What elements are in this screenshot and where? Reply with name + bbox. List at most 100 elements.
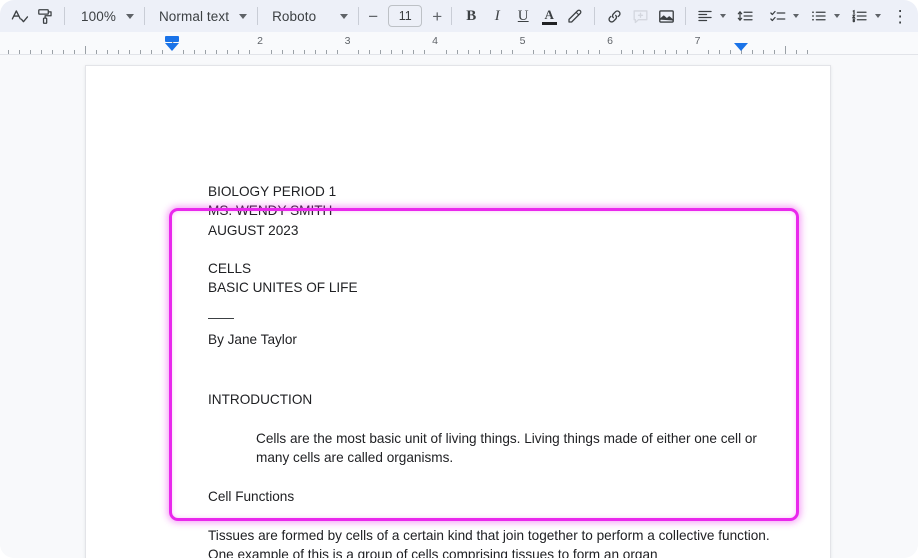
zoom-selector[interactable]: 100% xyxy=(71,3,138,29)
bold-icon: B xyxy=(466,7,477,24)
checklist-chevron-down-icon[interactable] xyxy=(793,14,800,18)
more-options-button[interactable]: ⋮ xyxy=(887,3,913,29)
ruler-tick xyxy=(479,50,480,54)
font-family-value: Roboto xyxy=(272,8,317,24)
toolbar-divider xyxy=(358,7,360,25)
ruler-tick xyxy=(304,50,305,54)
align-chevron-down-icon[interactable] xyxy=(720,14,727,18)
ruler-tick xyxy=(457,50,458,54)
spellcheck-icon[interactable] xyxy=(6,3,32,29)
ruler-tick xyxy=(665,50,666,54)
ruler-tick xyxy=(533,50,534,54)
horizontal-ruler[interactable]: 1234567 xyxy=(0,32,918,55)
ruler-tick xyxy=(107,50,108,54)
insert-image-button[interactable] xyxy=(653,3,679,29)
numbered-list-icon xyxy=(852,9,867,23)
font-family-selector[interactable]: Roboto xyxy=(264,3,352,29)
document-editor-window: 100% Normal text Roboto − 11 + B I U A ⋮… xyxy=(0,0,918,558)
ruler-tick xyxy=(512,50,513,54)
ruler-tick xyxy=(774,50,775,54)
ruler-tick xyxy=(424,50,425,54)
ruler-tick xyxy=(413,50,414,54)
document-page[interactable]: BIOLOGY PERIOD 1 MS. WENDY SMITH AUGUST … xyxy=(85,65,831,558)
zoom-value: 100% xyxy=(81,8,116,24)
cell-functions-heading: Cell Functions xyxy=(208,488,295,504)
ruler-tick xyxy=(282,50,283,54)
paragraph-style-selector[interactable]: Normal text xyxy=(151,3,251,29)
italic-icon: I xyxy=(494,7,500,24)
align-button[interactable] xyxy=(692,3,718,29)
text-color-button[interactable]: A xyxy=(536,3,562,29)
checklist-button[interactable] xyxy=(765,3,791,29)
paint-format-icon[interactable] xyxy=(32,3,58,29)
ruler-tick xyxy=(19,50,20,54)
ruler-tick xyxy=(643,50,644,54)
horizontal-rule xyxy=(208,318,234,320)
increase-font-size-button[interactable]: + xyxy=(429,8,445,25)
ruler-tick xyxy=(763,50,764,54)
left-indent-marker[interactable] xyxy=(165,36,179,51)
ruler-tick xyxy=(654,50,655,54)
chevron-down-icon xyxy=(239,13,248,19)
numbered-list-button[interactable] xyxy=(847,3,873,29)
more-options-icon: ⋮ xyxy=(891,6,909,26)
highlight-color-button[interactable] xyxy=(562,3,588,29)
ruler-tick xyxy=(63,50,64,54)
left-indent-handle[interactable] xyxy=(165,43,179,51)
bold-button[interactable]: B xyxy=(458,3,484,29)
numbered-list-chevron-down-icon[interactable] xyxy=(875,14,882,18)
chevron-down-icon xyxy=(340,13,349,19)
text-color-swatch xyxy=(541,21,557,25)
ruler-tick xyxy=(118,50,119,54)
comment-plus-icon xyxy=(633,9,648,23)
pencil-icon xyxy=(568,9,582,23)
date-line: AUGUST 2023 xyxy=(208,222,299,238)
ruler-tick xyxy=(566,50,567,54)
ruler-tick xyxy=(227,50,228,54)
ruler-tick xyxy=(676,50,677,54)
bulleted-list-button[interactable] xyxy=(806,3,832,29)
ruler-tick xyxy=(708,50,709,54)
toolbar-divider xyxy=(143,7,145,25)
ruler-tick xyxy=(446,50,447,54)
font-size-input[interactable]: 11 xyxy=(388,5,423,27)
ruler-tick xyxy=(796,50,797,54)
ruler-tick xyxy=(588,50,589,54)
right-indent-marker[interactable] xyxy=(734,43,748,51)
document-canvas[interactable]: BIOLOGY PERIOD 1 MS. WENDY SMITH AUGUST … xyxy=(0,56,918,558)
underline-icon: U xyxy=(517,7,529,24)
font-size-stepper: − 11 + xyxy=(365,5,445,27)
ruler-tick xyxy=(544,50,545,54)
ruler-tick xyxy=(41,50,42,54)
ruler-tick xyxy=(96,50,97,54)
ruler-tick xyxy=(8,50,9,54)
ruler-tick xyxy=(52,50,53,54)
ruler-tick xyxy=(501,50,502,54)
ruler-tick xyxy=(599,50,600,54)
bulleted-list-chevron-down-icon[interactable] xyxy=(834,14,841,18)
ruler-tick xyxy=(632,50,633,54)
add-comment-button[interactable] xyxy=(627,3,653,29)
ruler-tick xyxy=(293,50,294,54)
line-spacing-button[interactable] xyxy=(733,3,759,29)
ruler-tick xyxy=(271,50,272,54)
teacher-line: MS. WENDY SMITH xyxy=(208,203,333,219)
ruler-tick xyxy=(402,50,403,54)
first-line-indent-handle[interactable] xyxy=(165,36,179,42)
ruler-tick xyxy=(326,50,327,54)
checklist-icon xyxy=(770,10,786,22)
line-spacing-icon xyxy=(737,10,753,22)
ruler-tick xyxy=(162,50,163,54)
document-body[interactable]: BIOLOGY PERIOD 1 MS. WENDY SMITH AUGUST … xyxy=(208,182,788,558)
insert-link-button[interactable] xyxy=(601,3,627,29)
ruler-tick xyxy=(74,50,75,54)
decrease-font-size-button[interactable]: − xyxy=(365,8,381,25)
underline-button[interactable]: U xyxy=(510,3,536,29)
italic-button[interactable]: I xyxy=(484,3,510,29)
document-subtitle: BASIC UNITES OF LIFE xyxy=(208,280,358,296)
ruler-tick xyxy=(391,50,392,54)
ruler-tick xyxy=(687,50,688,54)
toolbar-divider xyxy=(451,7,453,25)
